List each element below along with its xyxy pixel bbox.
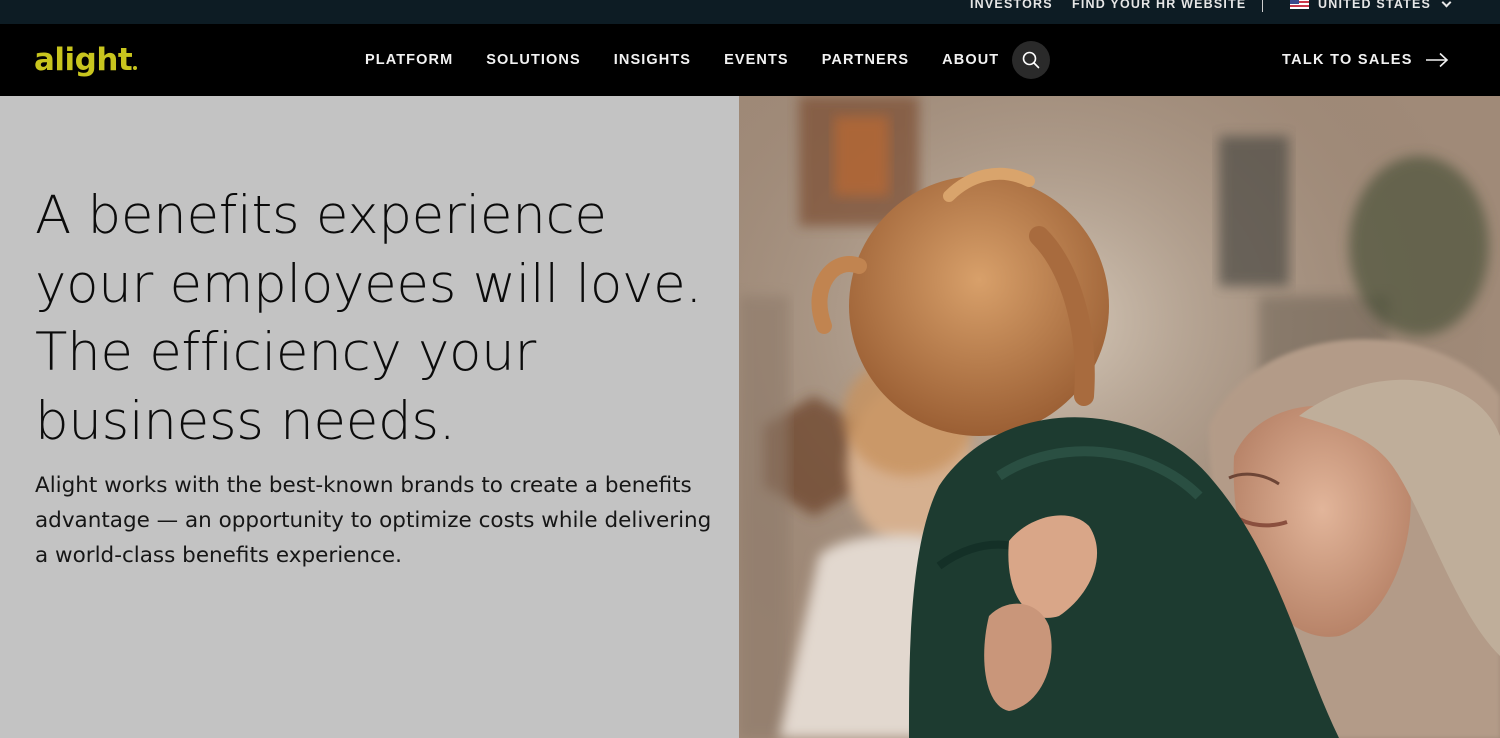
country-selector[interactable]: UNITED STATES [1290,0,1452,12]
logo-dot [133,66,138,70]
arrow-right-icon [1425,52,1448,68]
utility-divider [1262,0,1263,12]
investors-link[interactable]: INVESTORS [970,0,1053,12]
main-nav: alight PLATFORM SOLUTIONS INSIGHTS EVENT… [0,24,1500,96]
hero-subtitle: Alight works with the best-known brands … [35,473,712,568]
talk-to-sales-label: TALK TO SALES [1282,52,1413,68]
hero-photo-illustration [739,96,1500,738]
nav-item-platform[interactable]: PLATFORM [365,52,453,68]
hero-title: A benefits experience your employees wil… [35,185,702,452]
primary-nav: PLATFORM SOLUTIONS INSIGHTS EVENTS PARTN… [365,24,1032,96]
hero-photo [739,96,1500,738]
nav-item-events[interactable]: EVENTS [724,52,789,68]
nav-item-solutions[interactable]: SOLUTIONS [486,52,581,68]
utility-bar: INVESTORS FIND YOUR HR WEBSITE UNITED ST… [0,0,1500,24]
find-hr-website-link[interactable]: FIND YOUR HR WEBSITE [1072,0,1246,12]
country-label: UNITED STATES [1318,0,1432,11]
search-icon [1022,51,1040,69]
logo-wordmark: alight [34,42,133,78]
talk-to-sales-link[interactable]: TALK TO SALES [1282,24,1449,96]
nav-item-partners[interactable]: PARTNERS [822,52,909,68]
alight-logo[interactable]: alight [34,37,138,83]
chevron-down-icon [1441,0,1452,7]
us-flag-icon [1290,0,1309,9]
nav-item-about[interactable]: ABOUT [942,52,999,68]
nav-item-insights[interactable]: INSIGHTS [614,52,691,68]
search-button[interactable] [1012,41,1050,79]
